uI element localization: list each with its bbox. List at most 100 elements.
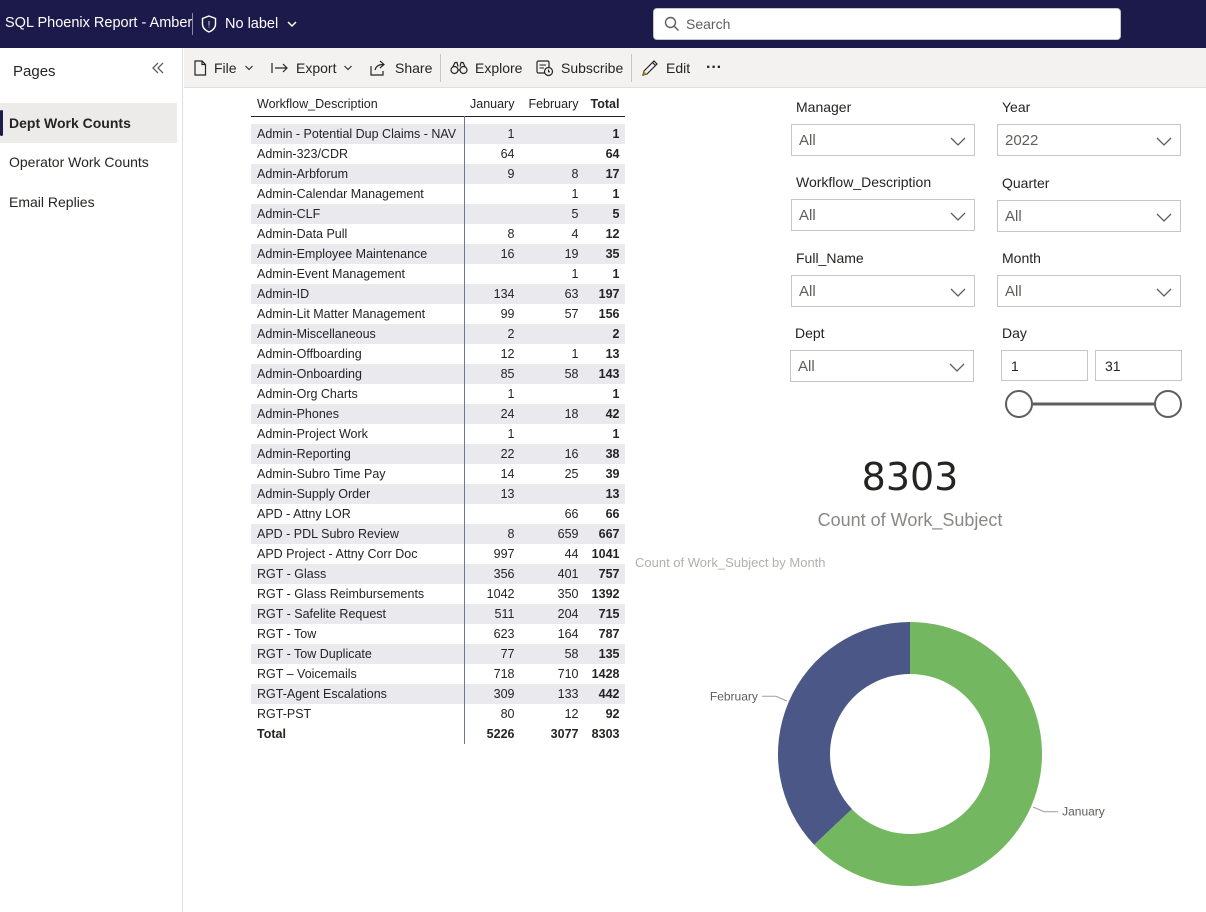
table-row[interactable]: Admin-CLF 5 5 — [251, 204, 626, 224]
day-slicer-label: Day — [1002, 325, 1027, 341]
table-row[interactable]: APD Project - Attny Corr Doc 997 44 1041 — [251, 544, 625, 564]
subscribe-button[interactable]: Subscribe — [536, 48, 623, 88]
table-row[interactable]: Admin-Lit Matter Management 99 57 156 — [251, 304, 625, 324]
cell-total: 92 — [605, 707, 620, 721]
table-row[interactable]: RGT-Agent Escalations 309 133 442 — [251, 684, 626, 704]
table-row[interactable]: Admin-Event Management 1 1 — [251, 264, 625, 284]
cell-january: 80 — [500, 707, 515, 721]
export-menu-button[interactable]: Export — [271, 48, 353, 88]
table-row[interactable]: Admin-Data Pull 8 4 12 — [251, 224, 625, 244]
cell-january: 1 — [507, 387, 515, 401]
day-min-input[interactable]: 1 — [1001, 350, 1088, 381]
table-row[interactable]: Admin-Onboarding 85 58 143 — [251, 364, 626, 384]
cell-february — [520, 384, 584, 404]
donut-leader-line — [1032, 806, 1059, 813]
table-row[interactable]: Admin-Employee Maintenance 16 19 35 — [251, 244, 626, 264]
dept-slicer-dropdown[interactable]: All — [790, 350, 974, 382]
workflow-slicer-dropdown[interactable]: All — [791, 199, 975, 231]
table-row[interactable]: RGT - Safelite Request 511 204 715 — [251, 604, 626, 624]
explore-button[interactable]: Explore — [450, 48, 522, 88]
donut-slice-february[interactable] — [778, 622, 910, 845]
cell-workflow: Admin-Phones — [251, 404, 465, 424]
cell-workflow: RGT - Glass — [251, 564, 465, 584]
table-row[interactable]: Admin-Arbforum 9 8 17 — [251, 164, 626, 184]
slider-min-handle[interactable] — [1005, 390, 1033, 418]
cell-total: 35 — [605, 247, 620, 261]
cell-total: 787 — [598, 627, 620, 641]
file-menu-button[interactable]: File — [193, 48, 254, 88]
page-item-email-replies[interactable]: Email Replies — [0, 182, 177, 222]
table-row[interactable]: APD - Attny LOR 66 66 — [251, 504, 625, 524]
column-header-total[interactable]: Total — [584, 92, 625, 116]
cell-february: 19 — [564, 247, 579, 261]
pencil-icon — [642, 60, 658, 76]
cell-workflow: Admin-Supply Order — [251, 484, 465, 504]
cell-total: 5 — [612, 207, 620, 221]
export-icon — [271, 63, 288, 73]
cell-total: 442 — [598, 687, 620, 701]
day-max-input[interactable]: 31 — [1095, 350, 1182, 381]
search-icon — [664, 16, 679, 31]
manager-slicer-label: Manager — [796, 99, 852, 115]
cell-january: 9 — [507, 167, 515, 181]
report-toolbar: File Export Share Explore Subscribe Edit… — [184, 48, 1206, 88]
table-row[interactable]: Admin - Potential Dup Claims - NAV 1 1 — [251, 124, 626, 144]
column-header-february[interactable]: February — [520, 92, 584, 116]
manager-slicer-dropdown[interactable]: All — [791, 124, 975, 156]
table-row[interactable]: Admin-Supply Order 13 13 — [251, 484, 626, 504]
more-options-button[interactable]: ··· — [706, 48, 722, 88]
table-row[interactable]: RGT-PST 80 12 92 — [251, 704, 625, 724]
sensitivity-label-button[interactable]: ! No label — [201, 12, 298, 36]
table-row[interactable]: RGT - Glass 356 401 757 — [251, 564, 626, 584]
table-row[interactable]: Admin-Phones 24 18 42 — [251, 404, 626, 424]
slider-max-handle[interactable] — [1154, 390, 1182, 418]
workflow-matrix: Workflow_Description January February To… — [251, 92, 626, 744]
table-row[interactable]: Admin-Offboarding 12 1 13 — [251, 344, 625, 364]
column-header-january[interactable]: January — [464, 92, 520, 116]
collapse-pane-icon[interactable] — [150, 60, 166, 76]
edit-button[interactable]: Edit — [641, 48, 690, 88]
cell-total: 715 — [598, 607, 620, 621]
donut-leader-line — [761, 695, 788, 702]
cell-workflow: RGT – Voicemails — [251, 664, 465, 684]
cell-january: 12 — [500, 347, 515, 361]
day-range-slider[interactable] — [1000, 388, 1190, 422]
search-input[interactable] — [686, 16, 1106, 32]
table-row[interactable]: Admin-Subro Time Pay 14 25 39 — [251, 464, 625, 484]
page-item-label: Dept Work Counts — [9, 115, 131, 131]
dept-slicer-label: Dept — [795, 325, 825, 341]
year-slicer-dropdown[interactable]: 2022 — [997, 124, 1181, 156]
search-box[interactable] — [653, 8, 1121, 40]
cell-workflow: Admin-Arbforum — [251, 164, 465, 184]
share-button[interactable]: Share — [370, 48, 432, 88]
cell-january: 13 — [500, 487, 515, 501]
month-slicer-dropdown[interactable]: All — [997, 275, 1181, 307]
table-row[interactable]: Admin-Reporting 22 16 38 — [251, 444, 626, 464]
table-row[interactable]: RGT - Tow Duplicate 77 58 135 — [251, 644, 626, 664]
cell-january: 997 — [493, 547, 515, 561]
table-row[interactable]: Admin-Org Charts 1 1 — [251, 384, 625, 404]
full-name-slicer-dropdown[interactable]: All — [791, 275, 975, 307]
cell-january — [464, 204, 520, 224]
more-options-icon: ··· — [706, 59, 722, 76]
table-row[interactable]: Admin-ID 134 63 197 — [251, 284, 626, 304]
cell-february: 12 — [564, 707, 579, 721]
table-row[interactable]: APD - PDL Subro Review 8 659 667 — [251, 524, 626, 544]
cell-total: 2 — [612, 327, 620, 341]
page-item-dept-work-counts[interactable]: Dept Work Counts — [0, 103, 177, 143]
table-row[interactable]: Admin-323/CDR 64 64 — [251, 144, 625, 164]
table-row[interactable]: RGT - Tow 623 164 787 — [251, 624, 625, 644]
table-row[interactable]: Admin-Project Work 1 1 — [251, 424, 625, 444]
page-item-operator-work-counts[interactable]: Operator Work Counts — [0, 142, 177, 182]
table-row[interactable]: Admin-Miscellaneous 2 2 — [251, 324, 626, 344]
column-header-workflow[interactable]: Workflow_Description — [251, 92, 464, 116]
cell-workflow: RGT - Safelite Request — [251, 604, 465, 624]
donut-label-february: February — [710, 689, 758, 703]
table-row[interactable]: RGT - Glass Reimbursements 1042 350 1392 — [251, 584, 625, 604]
table-row[interactable]: RGT – Voicemails 718 710 1428 — [251, 664, 625, 684]
cell-january: 134 — [493, 287, 515, 301]
quarter-slicer-dropdown[interactable]: All — [997, 200, 1181, 232]
cell-workflow: Admin-Lit Matter Management — [251, 304, 465, 324]
table-row[interactable]: Admin-Calendar Management 1 1 — [251, 184, 625, 204]
cell-february: 710 — [557, 667, 579, 681]
